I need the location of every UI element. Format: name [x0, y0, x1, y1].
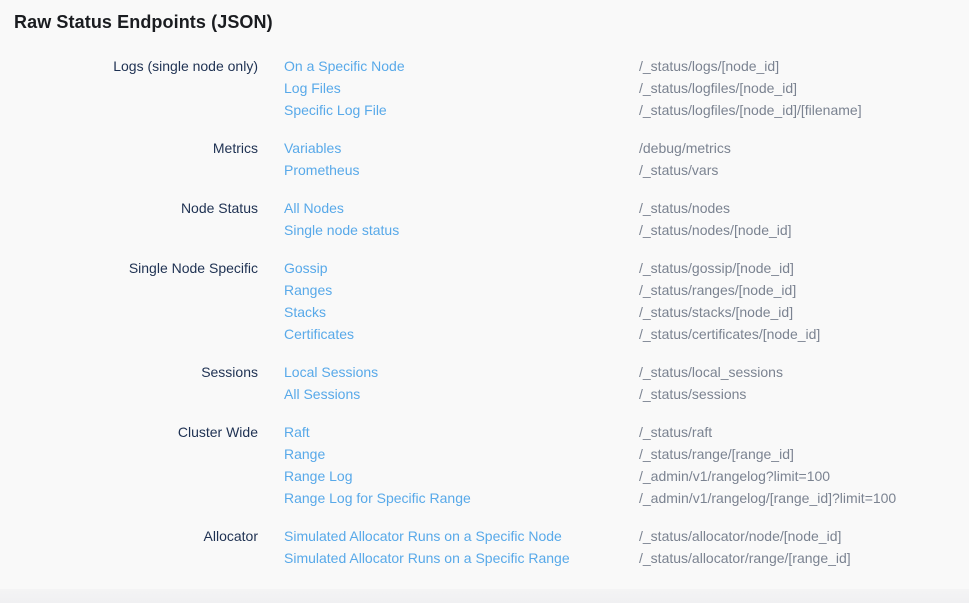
section-links: Simulated Allocator Runs on a Specific N…: [284, 525, 639, 569]
section-paths: /_status/nodes/_status/nodes/[node_id]: [639, 197, 969, 241]
endpoint-link[interactable]: Prometheus: [284, 159, 359, 181]
endpoint-path: /_status/raft: [639, 421, 712, 443]
section-links: Local SessionsAll Sessions: [284, 361, 639, 405]
endpoint-path: /_status/ranges/[node_id]: [639, 279, 796, 301]
section-category: Sessions: [0, 361, 258, 383]
endpoint-link[interactable]: Simulated Allocator Runs on a Specific R…: [284, 547, 570, 569]
endpoint-path: /_status/allocator/node/[node_id]: [639, 525, 841, 547]
section-links: VariablesPrometheus: [284, 137, 639, 181]
section-category: Metrics: [0, 137, 258, 159]
section-paths: /debug/metrics/_status/vars: [639, 137, 969, 181]
endpoint-link[interactable]: Local Sessions: [284, 361, 378, 383]
endpoint-section: Single Node Specific GossipRangesStacksC…: [0, 257, 969, 345]
section-links: RaftRangeRange LogRange Log for Specific…: [284, 421, 639, 509]
endpoint-path: /_status/range/[range_id]: [639, 443, 794, 465]
endpoint-sections: Logs (single node only) On a Specific No…: [0, 55, 969, 585]
section-paths: /_status/local_sessions/_status/sessions: [639, 361, 969, 405]
endpoint-link[interactable]: All Nodes: [284, 197, 344, 219]
endpoint-path: /_status/logfiles/[node_id]: [639, 77, 797, 99]
section-paths: /_status/gossip/[node_id]/_status/ranges…: [639, 257, 969, 345]
section-links: GossipRangesStacksCertificates: [284, 257, 639, 345]
endpoint-section: Logs (single node only) On a Specific No…: [0, 55, 969, 121]
endpoint-link[interactable]: Ranges: [284, 279, 332, 301]
endpoint-section: Allocator Simulated Allocator Runs on a …: [0, 525, 969, 569]
endpoint-link[interactable]: Stacks: [284, 301, 326, 323]
endpoint-section: Cluster Wide RaftRangeRange LogRange Log…: [0, 421, 969, 509]
section-category: Single Node Specific: [0, 257, 258, 279]
endpoint-path: /_status/allocator/range/[range_id]: [639, 547, 851, 569]
section-category: Cluster Wide: [0, 421, 258, 443]
endpoint-link[interactable]: Simulated Allocator Runs on a Specific N…: [284, 525, 562, 547]
endpoint-path: /_status/nodes/[node_id]: [639, 219, 792, 241]
endpoint-link[interactable]: Log Files: [284, 77, 341, 99]
endpoint-path: /_status/logs/[node_id]: [639, 55, 779, 77]
endpoint-path: /_status/nodes: [639, 197, 730, 219]
section-category: Node Status: [0, 197, 258, 219]
section-paths: /_status/allocator/node/[node_id]/_statu…: [639, 525, 969, 569]
endpoint-link[interactable]: On a Specific Node: [284, 55, 405, 77]
endpoint-link[interactable]: Single node status: [284, 219, 399, 241]
endpoint-path: /_status/local_sessions: [639, 361, 783, 383]
endpoint-link[interactable]: Range: [284, 443, 325, 465]
endpoint-link[interactable]: Variables: [284, 137, 341, 159]
section-category: Logs (single node only): [0, 55, 258, 77]
endpoint-link[interactable]: Certificates: [284, 323, 354, 345]
endpoint-path: /_admin/v1/rangelog/[range_id]?limit=100: [639, 487, 896, 509]
section-paths: /_status/logs/[node_id]/_status/logfiles…: [639, 55, 969, 121]
endpoint-link[interactable]: Gossip: [284, 257, 328, 279]
endpoint-section: Sessions Local SessionsAll Sessions /_st…: [0, 361, 969, 405]
endpoint-path: /_status/stacks/[node_id]: [639, 301, 793, 323]
section-links: On a Specific NodeLog FilesSpecific Log …: [284, 55, 639, 121]
endpoint-path: /_admin/v1/rangelog?limit=100: [639, 465, 830, 487]
page-title: Raw Status Endpoints (JSON): [14, 12, 273, 33]
endpoint-path: /debug/metrics: [639, 137, 731, 159]
endpoint-link[interactable]: Raft: [284, 421, 310, 443]
endpoint-path: /_status/logfiles/[node_id]/[filename]: [639, 99, 862, 121]
endpoint-path: /_status/certificates/[node_id]: [639, 323, 820, 345]
endpoint-path: /_status/gossip/[node_id]: [639, 257, 794, 279]
section-paths: /_status/raft/_status/range/[range_id]/_…: [639, 421, 969, 509]
endpoint-section: Node Status All NodesSingle node status …: [0, 197, 969, 241]
endpoint-link[interactable]: Specific Log File: [284, 99, 387, 121]
endpoint-link[interactable]: Range Log for Specific Range: [284, 487, 471, 509]
endpoint-link[interactable]: All Sessions: [284, 383, 360, 405]
endpoint-path: /_status/vars: [639, 159, 718, 181]
section-category: Allocator: [0, 525, 258, 547]
bottom-divider: [0, 589, 969, 603]
endpoint-section: Metrics VariablesPrometheus /debug/metri…: [0, 137, 969, 181]
section-links: All NodesSingle node status: [284, 197, 639, 241]
endpoint-link[interactable]: Range Log: [284, 465, 353, 487]
endpoint-path: /_status/sessions: [639, 383, 746, 405]
